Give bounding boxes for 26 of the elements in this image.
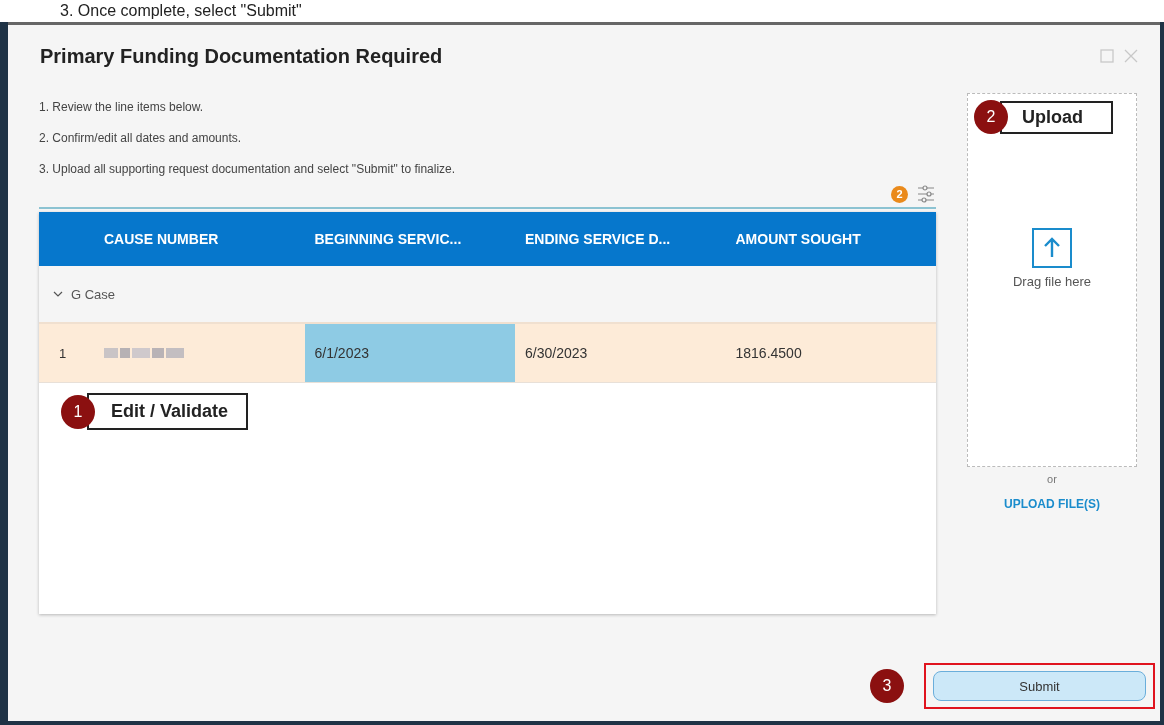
group-label: G Case	[71, 286, 116, 302]
column-header[interactable]: BEGINNING SERVIC...	[304, 231, 515, 247]
column-header[interactable]: AMOUNT SOUGHT	[725, 231, 936, 247]
instruction-text: 2. Confirm/edit all dates and amounts.	[39, 130, 243, 147]
step-badge: 3	[870, 669, 904, 703]
column-header[interactable]: CAUSE NUMBER	[94, 231, 305, 247]
table-cell[interactable]: 1816.4500	[725, 324, 936, 382]
step-badge: 1	[61, 394, 95, 429]
settings-sliders-icon[interactable]	[916, 184, 936, 204]
submit-button[interactable]: Submit	[933, 671, 1146, 701]
row-number: 1	[58, 344, 68, 363]
drop-hint: Drag file here	[1012, 274, 1091, 289]
step-badge: 2	[974, 100, 1008, 134]
drop-zone[interactable]: 2 Upload Drag file here	[967, 93, 1137, 467]
instruction-text: 1. Review the line items below.	[39, 99, 205, 116]
dialog-title: Primary Funding Documentation Required	[40, 44, 443, 68]
instruction-text: 3. Upload all supporting request documentation and select "Submit" to finalize.	[39, 161, 457, 178]
step-caption: 3. Once complete, select "Submit"	[60, 2, 302, 20]
column-header[interactable]: ENDING SERVICE D...	[515, 231, 726, 247]
group-row[interactable]: G Case	[39, 266, 936, 322]
separator-text: or	[1047, 473, 1057, 485]
chevron-icon[interactable]	[53, 289, 63, 299]
close-icon[interactable]	[1124, 49, 1138, 63]
table-cell[interactable]: 6/1/2023	[304, 324, 515, 382]
filter-count-badge: 2	[891, 185, 908, 203]
table-cell[interactable]: 6/30/2023	[515, 324, 726, 382]
